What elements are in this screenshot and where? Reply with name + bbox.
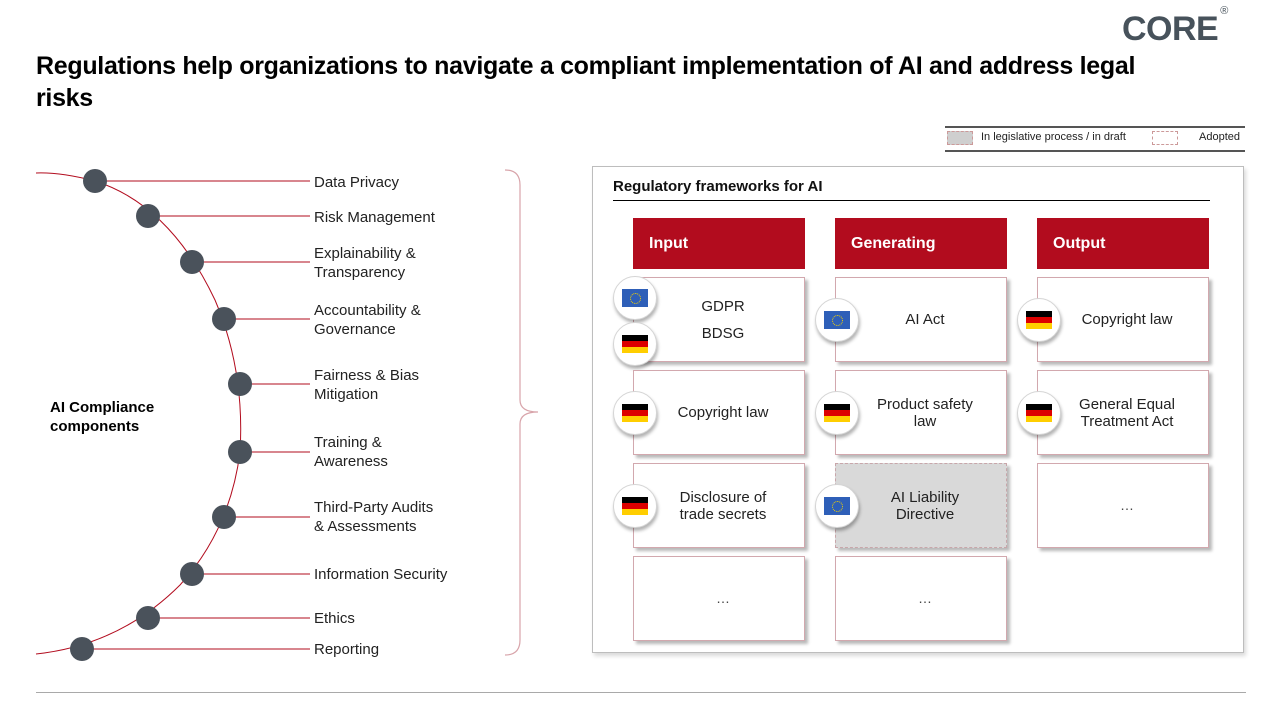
regulation-name: General Equal Treatment Act — [1079, 395, 1175, 430]
germany-flag-icon — [613, 322, 657, 366]
frameworks-title: Regulatory frameworks for AI — [613, 178, 823, 195]
eu-flag-icon — [815, 298, 859, 342]
logo-text: CORE — [1122, 10, 1219, 48]
regulation-name: GDPR — [701, 297, 745, 315]
eu-flag-icon — [613, 276, 657, 320]
component-node — [136, 606, 160, 630]
regulation-name: Copyright law — [677, 404, 769, 421]
regulation-card: AI Act — [835, 277, 1007, 362]
component-label: Explainability & Transparency — [314, 245, 416, 281]
legend: In legislative process / in draft Adopte… — [945, 126, 1245, 152]
regulation-name: Copyright law — [1081, 311, 1173, 328]
component-label: Risk Management — [314, 209, 435, 226]
component-node — [70, 637, 94, 661]
ai-compliance-heading: AI Compliance components — [50, 399, 155, 435]
regulation-card: Copyright law — [1037, 277, 1209, 362]
regulation-card: GDPR BDSG — [633, 277, 805, 362]
component-label: Training & Awareness — [314, 434, 388, 470]
column-header-generating: Generating — [835, 218, 1007, 269]
regulation-card: … — [835, 556, 1007, 641]
legend-adopted-label: Adopted — [1199, 131, 1240, 143]
germany-flag-icon — [1017, 391, 1061, 435]
more-placeholder: … — [1120, 497, 1134, 513]
page-title: Regulations help organizations to naviga… — [36, 52, 1136, 112]
regulation-name: Disclosure of trade secrets — [679, 488, 767, 523]
more-placeholder: … — [716, 590, 730, 606]
germany-flag — [1026, 404, 1052, 422]
germany-flag — [622, 497, 648, 515]
regulation-name: BDSG — [701, 324, 745, 342]
component-node — [212, 505, 236, 529]
eu-flag-icon — [815, 484, 859, 528]
component-label: Third-Party Audits & Assessments — [314, 499, 434, 535]
eu-flag — [824, 497, 850, 515]
component-label: Ethics — [314, 610, 355, 627]
component-label: Reporting — [314, 641, 380, 658]
regulation-card: Disclosure of trade secrets — [633, 463, 805, 548]
regulation-card: Copyright law — [633, 370, 805, 455]
regulation-card: General Equal Treatment Act — [1037, 370, 1209, 455]
grouping-brace — [504, 169, 539, 656]
regulation-name: AI Liability Directive — [890, 488, 960, 523]
regulation-card: AI Liability Directive — [835, 463, 1007, 548]
germany-flag — [622, 404, 648, 422]
regulation-card: … — [1037, 463, 1209, 548]
component-node — [212, 307, 236, 331]
title-divider — [613, 200, 1210, 201]
regulation-name: Product safety law — [877, 395, 973, 430]
registered-mark: ® — [1220, 4, 1228, 17]
component-label: Fairness & Bias Mitigation — [314, 367, 420, 403]
component-node — [83, 169, 107, 193]
germany-flag — [1026, 311, 1052, 329]
core-logo: CORE ® — [1122, 5, 1228, 49]
column-header-input: Input — [633, 218, 805, 269]
eu-flag — [824, 311, 850, 329]
germany-flag-icon — [613, 391, 657, 435]
component-label: Information Security — [314, 566, 448, 583]
germany-flag — [824, 404, 850, 422]
regulation-card: Product safety law — [835, 370, 1007, 455]
component-node — [180, 250, 204, 274]
column-header-output: Output — [1037, 218, 1209, 269]
regulation-card: … — [633, 556, 805, 641]
germany-flag-icon — [1017, 298, 1061, 342]
eu-flag — [622, 289, 648, 307]
footer-divider — [36, 692, 1246, 693]
more-placeholder: … — [918, 590, 932, 606]
germany-flag-icon — [815, 391, 859, 435]
legend-draft-label: In legislative process / in draft — [981, 131, 1126, 143]
germany-flag — [622, 335, 648, 353]
regulation-name: AI Act — [905, 311, 945, 328]
component-node — [228, 440, 252, 464]
legend-draft-swatch — [947, 131, 973, 145]
legend-adopted-swatch — [1152, 131, 1178, 145]
component-label: Data Privacy — [314, 174, 400, 191]
component-node — [136, 204, 160, 228]
component-node — [180, 562, 204, 586]
component-node — [228, 372, 252, 396]
component-label: Accountability & Governance — [314, 302, 421, 338]
germany-flag-icon — [613, 484, 657, 528]
